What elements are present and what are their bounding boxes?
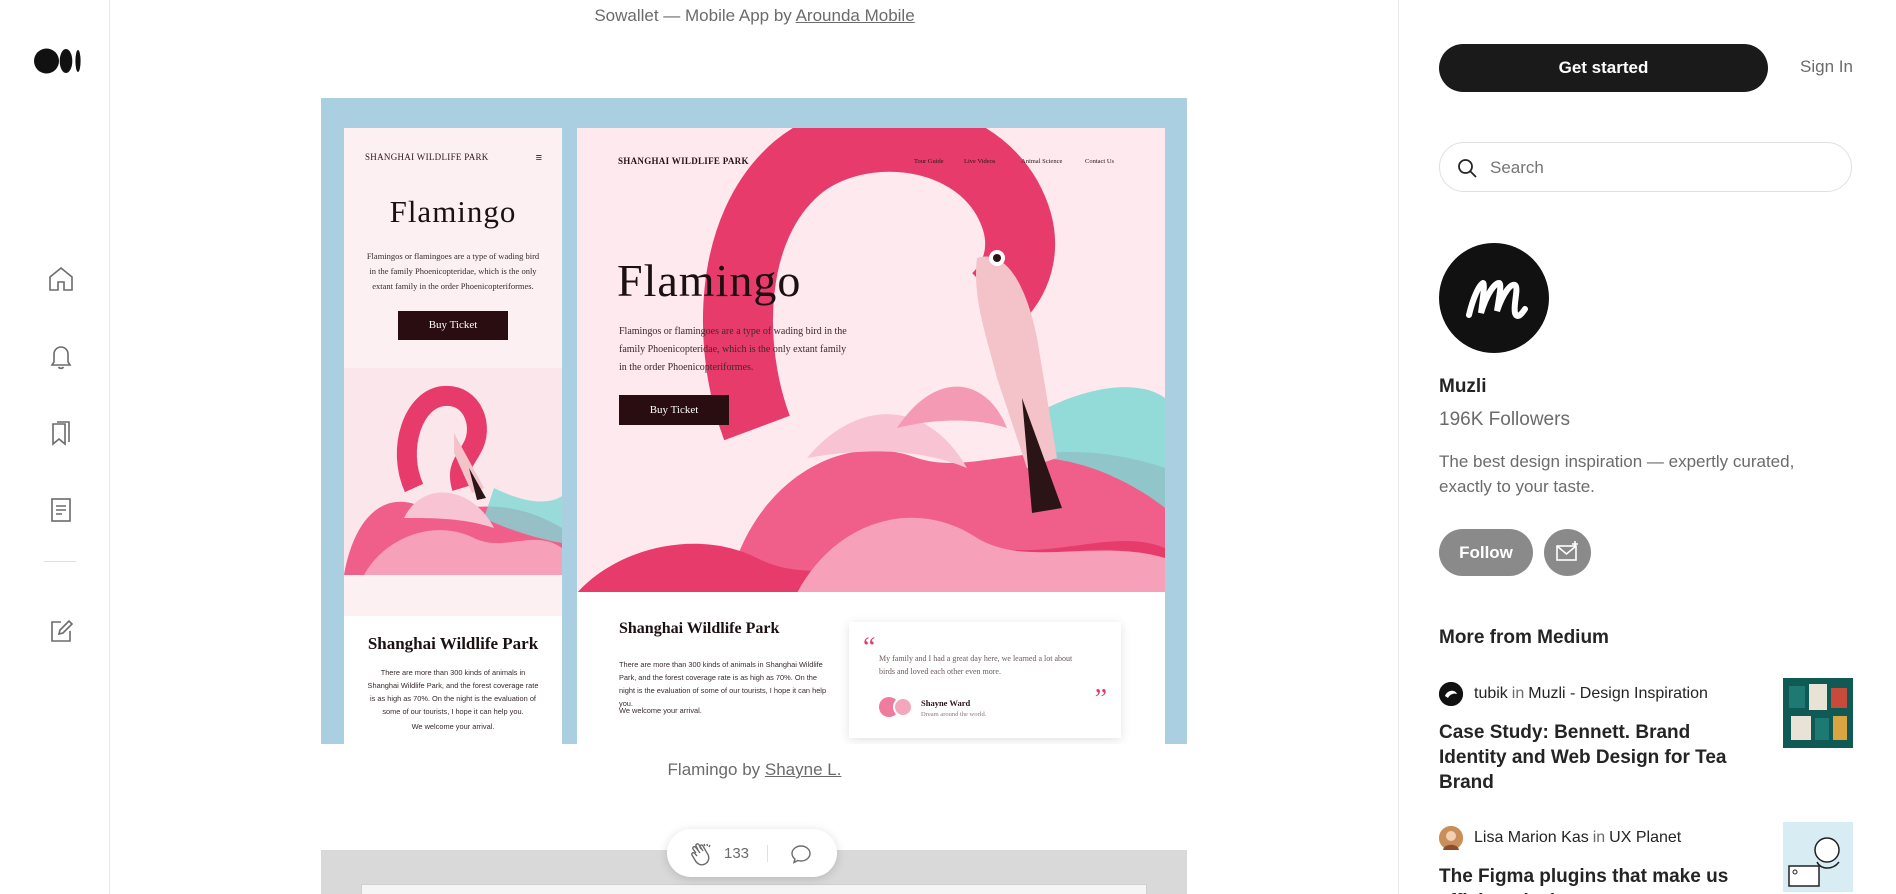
desktop-mockup-welcome: We welcome your arrival. <box>619 706 702 715</box>
mockup-park-text: There are more than 300 kinds of animals… <box>367 668 539 716</box>
in-label: in <box>1592 829 1606 846</box>
publication-avatar[interactable] <box>1439 243 1549 353</box>
mockup-park-title: Shanghai Wildlife Park <box>367 634 539 653</box>
comment-icon[interactable] <box>789 842 813 866</box>
testimonial-role: Dream around the world. <box>921 711 987 718</box>
mockup-buy-ticket: Buy Ticket <box>398 311 508 340</box>
mockup-menu-item: Tour Guide <box>914 158 944 165</box>
clap-count: 133 <box>724 845 750 862</box>
desktop-mockup-park-title: Shanghai Wildlife Park <box>619 620 780 637</box>
flamingo-illustration-small <box>344 368 562 575</box>
figure-caption-bottom: Flamingo by Shayne L. <box>111 760 1398 780</box>
story-meta: tubik in Muzli - Design Inspiration <box>1439 682 1779 708</box>
testimonial-card: “ My family and I had a great day here, … <box>849 622 1121 738</box>
in-label: in <box>1511 685 1525 702</box>
mockup-menu-item: Animal Science <box>1021 158 1063 165</box>
action-bar-divider <box>767 845 768 862</box>
desktop-mockup-panel: SHANGHAI WILDLIFE PARK Tour Guide Live V… <box>577 128 1165 744</box>
email-subscribe-icon <box>1556 541 1578 561</box>
caption-text: Sowallet — Mobile App by <box>594 6 796 25</box>
desktop-mockup-brand: SHANGHAI WILDLIFE PARK <box>618 156 749 166</box>
story-title[interactable]: Case Study: Bennett. Brand Identity and … <box>1439 720 1759 795</box>
article-column: Sowallet — Mobile App by Arounda Mobile … <box>111 0 1398 894</box>
open-quote-icon: “ <box>863 632 876 663</box>
mockup-menu-item: Live Videos <box>964 158 996 165</box>
close-quote-icon: ” <box>1094 684 1107 715</box>
desktop-mockup-buy-ticket: Buy Ticket <box>619 395 729 425</box>
story-title[interactable]: The Figma plugins that make us efficient… <box>1439 864 1759 894</box>
desktop-mockup-bottom: Shanghai Wildlife Park There are more th… <box>577 592 1165 744</box>
stories-icon[interactable] <box>46 495 76 525</box>
mobile-mockup-panel: SHANGHAI WILDLIFE PARK ≡ Flamingo Flamin… <box>344 128 562 744</box>
bookmarks-icon[interactable] <box>46 418 76 448</box>
testimonial-avatar <box>893 697 913 717</box>
sign-in-link[interactable]: Sign In <box>1800 57 1853 77</box>
follow-button[interactable]: Follow <box>1439 529 1533 576</box>
mockup-body: Flamingos or flamingoes are a type of wa… <box>366 251 540 291</box>
floating-action-bar: 133 <box>667 829 837 877</box>
desktop-mockup-title: Flamingo <box>617 255 802 306</box>
story-thumbnail[interactable] <box>1783 678 1853 748</box>
get-started-button[interactable]: Get started <box>1439 44 1768 92</box>
search-input[interactable] <box>1490 155 1830 181</box>
caption-author-link[interactable]: Arounda Mobile <box>796 6 915 25</box>
mockup-bottom-section: Shanghai Wildlife Park There are more th… <box>344 616 562 744</box>
notifications-bell-icon[interactable] <box>46 341 76 371</box>
nav-divider <box>44 561 76 562</box>
story-publication[interactable]: UX Planet <box>1609 829 1681 846</box>
story-meta: Lisa Marion Kas in UX Planet <box>1439 826 1779 852</box>
story-author[interactable]: tubik <box>1474 685 1508 702</box>
desktop-mockup-body: Flamingos or flamingoes are a type of wa… <box>619 326 847 373</box>
story-publication[interactable]: Muzli - Design Inspiration <box>1528 685 1708 702</box>
mockup-brand: SHANGHAI WILDLIFE PARK <box>365 152 489 162</box>
write-icon[interactable] <box>46 616 76 646</box>
clap-icon[interactable] <box>689 841 715 867</box>
story-thumbnail[interactable] <box>1783 822 1853 892</box>
home-icon[interactable] <box>46 264 76 294</box>
desktop-mockup-park-text: There are more than 300 kinds of animals… <box>619 660 827 708</box>
mockup-welcome-text: We welcome your arrival. <box>411 722 495 731</box>
medium-logo[interactable] <box>34 46 86 76</box>
story-author[interactable]: Lisa Marion Kas <box>1474 829 1589 846</box>
search-box[interactable] <box>1439 142 1852 192</box>
testimonial-author: Shayne Ward <box>921 698 971 708</box>
caption-text: Flamingo by <box>667 760 765 779</box>
more-from-medium-heading: More from Medium <box>1439 627 1609 648</box>
left-nav-rail <box>0 0 110 894</box>
search-icon <box>1456 157 1478 179</box>
caption-author-link[interactable]: Shayne L. <box>765 760 842 779</box>
mockup-title: Flamingo <box>389 194 517 229</box>
figure-caption-top: Sowallet — Mobile App by Arounda Mobile <box>111 6 1398 26</box>
publication-followers[interactable]: 196K Followers <box>1439 409 1570 431</box>
subscribe-email-button[interactable] <box>1544 529 1591 576</box>
author-avatar[interactable] <box>1439 826 1463 850</box>
flamingo-figure-image: SHANGHAI WILDLIFE PARK ≡ Flamingo Flamin… <box>321 98 1187 744</box>
mockup-menu-item: Contact Us <box>1085 158 1115 165</box>
right-sidebar: Get started Sign In Muzli 196K Followers… <box>1398 0 1896 894</box>
publication-name[interactable]: Muzli <box>1439 376 1487 398</box>
hamburger-menu-icon: ≡ <box>535 152 542 164</box>
testimonial-text: My family and I had a great day here, we… <box>879 654 1073 676</box>
publication-description: The best design inspiration — expertly c… <box>1439 452 1795 496</box>
author-avatar[interactable] <box>1439 682 1463 706</box>
next-figure-content <box>361 884 1147 894</box>
